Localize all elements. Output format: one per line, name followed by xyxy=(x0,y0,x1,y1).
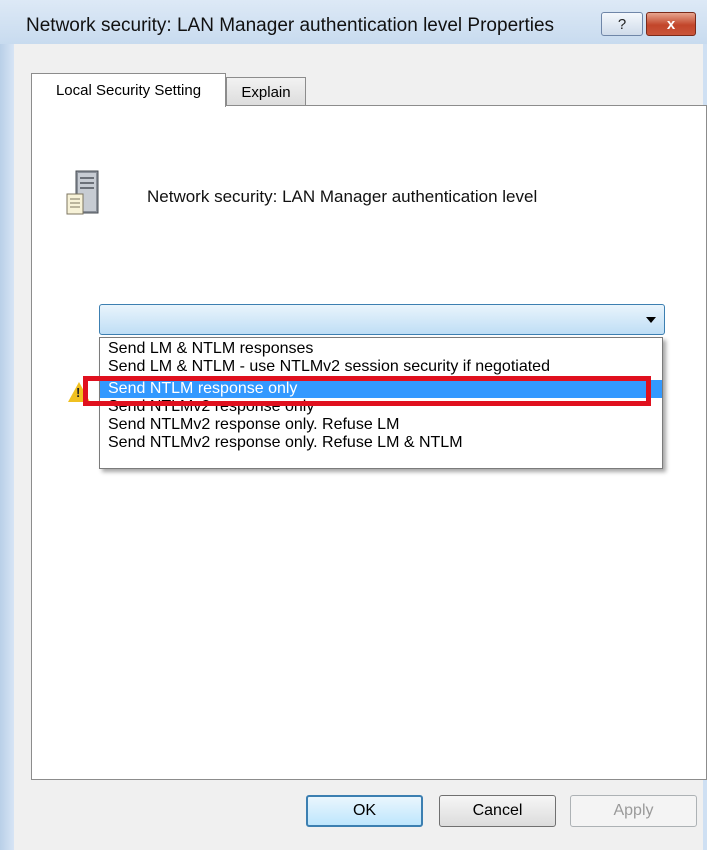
window-title: Network security: LAN Manager authentica… xyxy=(26,15,555,36)
close-button[interactable]: x xyxy=(646,12,696,36)
help-button[interactable]: ? xyxy=(601,12,643,36)
policy-title: Network security: LAN Manager authentica… xyxy=(147,187,538,206)
authentication-level-combobox[interactable] xyxy=(99,304,665,335)
properties-dialog: Network security: LAN Manager authentica… xyxy=(0,0,707,850)
option-ntlmv2-refuse-lm[interactable]: Send NTLMv2 response only. Refuse LM xyxy=(100,416,662,434)
title-bar[interactable]: Network security: LAN Manager authentica… xyxy=(0,0,707,44)
server-icon xyxy=(66,170,102,221)
help-icon: ? xyxy=(617,15,627,33)
option-lm-ntlm-ntlmv2-session[interactable]: Send LM & NTLM - use NTLMv2 session secu… xyxy=(100,358,662,376)
close-icon: x xyxy=(666,15,676,33)
option-ntlmv2-refuse-lm-ntlm[interactable]: Send NTLMv2 response only. Refuse LM & N… xyxy=(100,434,662,452)
cancel-button[interactable]: Cancel xyxy=(439,795,556,827)
tab-local-security-setting[interactable]: Local Security Setting xyxy=(31,73,226,107)
selection-highlight-box xyxy=(83,376,651,406)
tab-explain[interactable]: Explain xyxy=(226,77,306,106)
apply-button[interactable]: Apply xyxy=(570,795,697,827)
tab-panel: Network security: LAN Manager authentica… xyxy=(31,105,707,780)
window-frame-left xyxy=(0,44,14,850)
ok-button[interactable]: OK xyxy=(306,795,423,827)
dialog-client-area: Local Security Setting Explain Network s… xyxy=(14,44,707,850)
option-lm-ntlm[interactable]: Send LM & NTLM responses xyxy=(100,340,662,358)
chevron-down-icon[interactable] xyxy=(646,317,656,323)
warning-mark: ! xyxy=(76,385,81,400)
